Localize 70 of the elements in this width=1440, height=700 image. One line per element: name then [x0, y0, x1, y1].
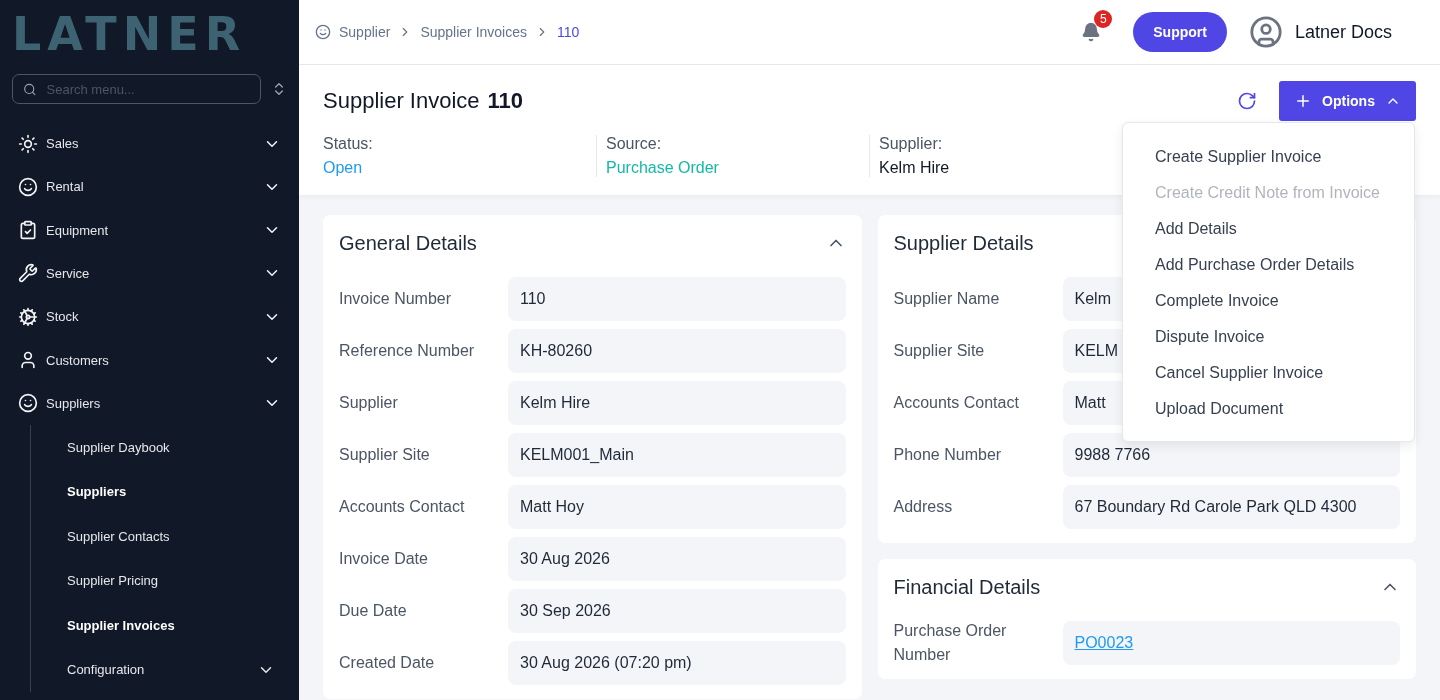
- nav-icon: [18, 350, 38, 371]
- summary-value: Purchase Order: [606, 159, 720, 177]
- field-value: 110: [508, 277, 846, 321]
- field-label: Supplier Name: [893, 289, 1001, 309]
- card-title: Supplier Details: [893, 231, 1034, 255]
- card-title: General Details: [339, 231, 477, 255]
- nav-item[interactable]: Customers: [12, 338, 287, 382]
- nav-icon: [18, 133, 38, 154]
- supplier-icon: [315, 24, 331, 40]
- nav-item[interactable]: Sales: [12, 122, 287, 166]
- field-label: Supplier Site: [893, 341, 986, 361]
- avatar-icon[interactable]: [1248, 15, 1283, 49]
- field-label: Accounts Contact: [339, 497, 466, 517]
- menu-item[interactable]: Add Details: [1123, 211, 1414, 247]
- nav-icon: [18, 263, 38, 284]
- summary-value: Open: [323, 159, 364, 177]
- bell-icon[interactable]: [1081, 22, 1102, 42]
- refresh-icon[interactable]: [1237, 91, 1257, 111]
- field-value: 30 Aug 2026: [508, 537, 846, 581]
- search-icon: [23, 81, 37, 97]
- field-value: KH-80260: [508, 329, 846, 373]
- nav-subitem[interactable]: Supplier Invoices: [31, 602, 287, 648]
- field-label: Phone Number: [893, 445, 1003, 465]
- nav-subitem[interactable]: Suppliers: [31, 469, 287, 514]
- menu-item[interactable]: Create Supplier Invoice: [1123, 139, 1414, 175]
- nav-icon: [18, 306, 38, 327]
- field-label: Invoice Number: [339, 289, 453, 309]
- nav-item[interactable]: Stock: [12, 295, 287, 339]
- nav-subitem[interactable]: Supplier Daybook: [31, 424, 287, 470]
- field-value: Kelm Hire: [508, 381, 846, 425]
- field-label: Invoice Date: [339, 549, 429, 569]
- breadcrumb-link[interactable]: Supplier: [339, 24, 391, 40]
- search-input[interactable]: Search menu...: [44, 80, 250, 98]
- support-button[interactable]: Support: [1133, 12, 1227, 52]
- field-value: 30 Aug 2026 (07:20 pm): [508, 641, 846, 685]
- field-label: Supplier Site: [339, 445, 431, 465]
- nav-subitem[interactable]: Configuration: [31, 647, 287, 692]
- nav-item[interactable]: Rental: [12, 165, 287, 209]
- summary-label: Source:: [606, 135, 663, 153]
- notification-count: 5: [1094, 10, 1113, 28]
- options-button[interactable]: Options: [1279, 81, 1416, 121]
- breadcrumb-link[interactable]: 110: [557, 24, 580, 40]
- card-title: Financial Details: [893, 575, 1041, 599]
- nav-icon: [18, 220, 38, 241]
- page-title: Supplier Invoice 110: [323, 88, 525, 114]
- nav-icon: [18, 393, 38, 414]
- field-value: KELM001_Main: [508, 433, 846, 477]
- summary-label: Status:: [323, 135, 374, 153]
- field-label: Supplier: [339, 393, 399, 413]
- nav-subitem[interactable]: Supplier Pricing: [31, 558, 287, 603]
- logo: LATNER: [12, 8, 248, 60]
- field-label: Address: [893, 497, 954, 517]
- nav-item[interactable]: Suppliers: [12, 381, 287, 425]
- field-label: Created Date: [339, 653, 436, 673]
- nav-item[interactable]: Service: [12, 251, 287, 296]
- field-label: Purchase Order Number: [893, 621, 1008, 665]
- nav-icon: [18, 176, 38, 197]
- breadcrumb-link[interactable]: Supplier Invoices: [420, 24, 527, 40]
- field-label: Reference Number: [339, 341, 476, 361]
- field-label: Accounts Contact: [893, 393, 1020, 413]
- search-field[interactable]: Search menu...: [12, 74, 261, 104]
- summary-value: Kelm Hire: [879, 159, 951, 177]
- user-name: Latner Docs: [1294, 21, 1392, 43]
- field-value: 30 Sep 2026: [508, 589, 846, 633]
- field-label: Due Date: [339, 601, 408, 621]
- summary-label: Supplier:: [879, 135, 944, 153]
- field-value: Matt Hoy: [508, 485, 846, 529]
- nav-item[interactable]: Equipment: [12, 208, 287, 252]
- field-value: 67 Boundary Rd Carole Park QLD 4300: [1062, 485, 1400, 529]
- nav-subitem[interactable]: Supplier Contacts: [31, 513, 287, 559]
